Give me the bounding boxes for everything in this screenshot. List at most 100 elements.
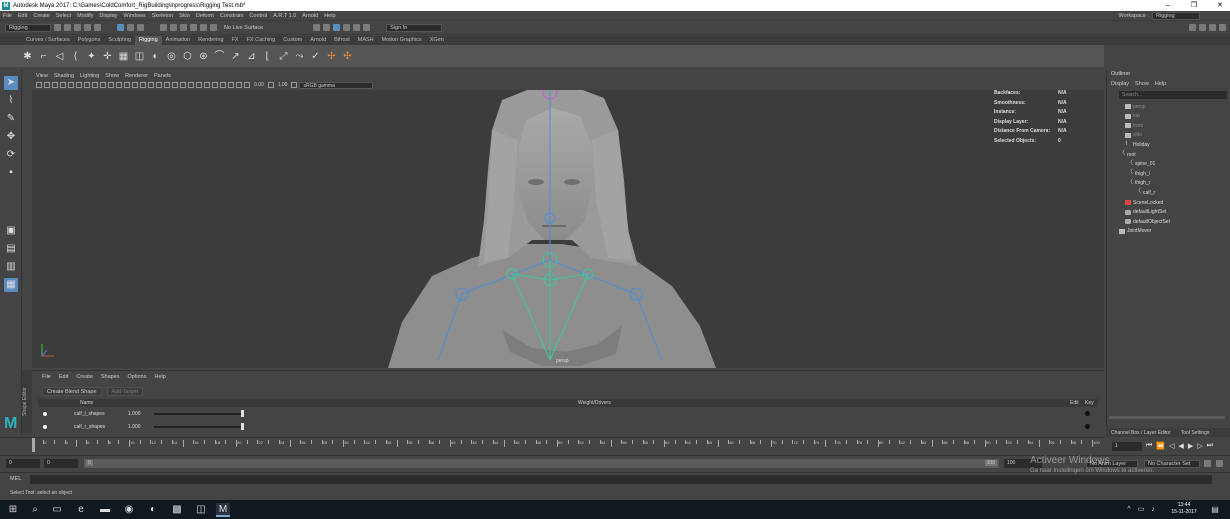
render-settings-icon[interactable] (333, 24, 341, 31)
add-target-button[interactable]: Add Target (106, 387, 144, 396)
smooth-shade-icon[interactable] (132, 82, 138, 88)
shape-editor-menu-file[interactable]: File (42, 374, 51, 380)
menu-create[interactable]: Create (30, 13, 53, 19)
outliner-item[interactable]: front (1125, 121, 1143, 130)
menu-display[interactable]: Display (96, 13, 120, 19)
shelf-tab-sculpting[interactable]: Sculpting (104, 36, 135, 45)
outliner-search-input[interactable]: Search... (1119, 91, 1227, 99)
safe-action-icon[interactable] (108, 82, 114, 88)
outliner-item[interactable]: 〈 spine_01 (1127, 160, 1155, 169)
pole-vector-icon[interactable]: ✓ (310, 51, 321, 62)
range-slider[interactable]: 0 100 (84, 459, 999, 468)
custom-tool-1-icon[interactable]: ✢ (326, 51, 337, 62)
outliner-item[interactable]: persp (1125, 102, 1146, 111)
redo-icon[interactable] (94, 24, 101, 31)
mirror-joint-icon[interactable]: ⟨ (70, 51, 81, 62)
ambient-occlusion-icon[interactable] (180, 82, 186, 88)
orient-constraint-icon[interactable]: ⌊ (262, 51, 273, 62)
single-view-icon[interactable]: ▣ (4, 224, 18, 238)
outliner-item[interactable]: 〈 thigh_r (1127, 179, 1150, 188)
range-slider-end[interactable]: 100 (984, 460, 997, 466)
outliner-item[interactable]: top (1125, 112, 1140, 121)
wrap-icon[interactable]: ◐ (150, 51, 161, 62)
panel-menu-view[interactable]: View (36, 73, 48, 79)
snap-surface-icon[interactable] (200, 24, 207, 31)
two-view-icon[interactable]: ▤ (4, 242, 18, 256)
paint-select-icon[interactable]: ✎ (4, 112, 18, 126)
panel-menu-shading[interactable]: Shading (54, 73, 74, 79)
weight-slider-handle[interactable] (241, 410, 244, 417)
aim-constraint-icon[interactable]: ⤳ (294, 51, 305, 62)
ik-spline-icon[interactable]: ◁ (54, 51, 65, 62)
outliner-item[interactable]: defaultLightSet (1125, 208, 1166, 217)
visibility-toggle-icon[interactable] (43, 425, 47, 429)
rotate-tool-icon[interactable]: ⟳ (4, 148, 18, 162)
outliner-item[interactable]: 〈 root (1119, 150, 1136, 159)
weight-slider[interactable] (154, 426, 244, 428)
custom-tool-2-icon[interactable]: ✣ (342, 51, 353, 62)
move-tool-icon[interactable]: ✥ (4, 130, 18, 144)
smooth-skin-icon[interactable]: ⊛ (198, 51, 209, 62)
blend-shape-weight[interactable]: 1.000 (128, 424, 141, 430)
shelf-tab-motion-graphics[interactable]: Motion Graphics (378, 36, 426, 45)
wireframe-on-shaded-icon[interactable] (148, 82, 154, 88)
gamma-field[interactable]: 1.00 (276, 82, 290, 88)
outliner-item[interactable]: JointMover (1119, 227, 1151, 236)
scale-tool-icon[interactable]: ▪ (4, 166, 18, 180)
outliner-scrollbar[interactable] (1109, 416, 1225, 419)
outliner-item[interactable]: 〈 calf_r (1135, 188, 1155, 197)
menu-file[interactable]: File (0, 13, 15, 19)
start-icon[interactable]: ⊞ (6, 503, 20, 517)
snap-curve-icon[interactable] (170, 24, 177, 31)
shelf-tab-xgen[interactable]: XGen (426, 36, 448, 45)
menu-skin[interactable]: Skin (176, 13, 193, 19)
attribute-editor-icon[interactable] (1199, 24, 1206, 31)
cluster-icon[interactable]: ▦ (118, 51, 129, 62)
step-back-frame-icon[interactable]: ◁ (1169, 442, 1174, 450)
restore-icon[interactable]: ❐ (1184, 0, 1204, 11)
tab-tool-settings[interactable]: Tool Settings (1181, 430, 1210, 436)
current-frame-field[interactable]: 1 (1112, 441, 1142, 451)
play-forwards-icon[interactable]: ▶ (1188, 442, 1193, 450)
parent-constraint-icon[interactable]: ↗ (230, 51, 241, 62)
media-icon[interactable]: ◐ (146, 503, 160, 517)
safe-title-icon[interactable] (116, 82, 122, 88)
go-to-start-icon[interactable]: ⏮ (1146, 442, 1152, 450)
orient-joint-icon[interactable]: ✦ (86, 51, 97, 62)
image-plane-icon[interactable] (60, 82, 66, 88)
minimize-icon[interactable]: – (1158, 0, 1178, 11)
camera-select-icon[interactable] (36, 82, 42, 88)
ik-handle-icon[interactable]: ⌐ (38, 51, 49, 62)
shelf-tab-mash[interactable]: MASH (354, 36, 378, 45)
current-time-marker[interactable] (31, 438, 35, 452)
paint-weights-icon[interactable]: ⌒ (214, 51, 225, 62)
undo-icon[interactable] (84, 24, 91, 31)
shadows-icon[interactable] (172, 82, 178, 88)
xray-icon[interactable] (220, 82, 226, 88)
outliner-menu-show[interactable]: Show (1135, 81, 1149, 87)
search-icon[interactable]: ⌕ (28, 503, 42, 517)
save-scene-icon[interactable] (74, 24, 81, 31)
motion-blur-icon[interactable] (188, 82, 194, 88)
xray-components-icon[interactable] (236, 82, 242, 88)
wireframe-icon[interactable] (124, 82, 130, 88)
pause-icon[interactable] (363, 24, 371, 31)
menu-select[interactable]: Select (53, 13, 74, 19)
shelf-tab-fx[interactable]: FX (228, 36, 243, 45)
menu-edit[interactable]: Edit (15, 13, 30, 19)
animation-start-field[interactable]: 0 (6, 459, 40, 468)
select-object-icon[interactable] (127, 24, 134, 31)
new-scene-icon[interactable] (54, 24, 61, 31)
lasso-tool-icon[interactable]: ⌇ (4, 94, 18, 108)
textured-icon[interactable] (156, 82, 162, 88)
isolate-select-icon[interactable] (212, 82, 218, 88)
menu-modify[interactable]: Modify (74, 13, 96, 19)
menuset-dropdown[interactable]: Rigging (5, 23, 51, 32)
snap-plane-icon[interactable] (190, 24, 197, 31)
use-default-material-icon[interactable] (140, 82, 146, 88)
task-view-icon[interactable]: ▭ (50, 503, 64, 517)
exposure-icon[interactable] (244, 82, 250, 88)
menu-constrain[interactable]: Constrain (217, 13, 247, 19)
play-backwards-icon[interactable]: ◀ (1178, 442, 1183, 450)
command-input[interactable] (30, 475, 1212, 484)
